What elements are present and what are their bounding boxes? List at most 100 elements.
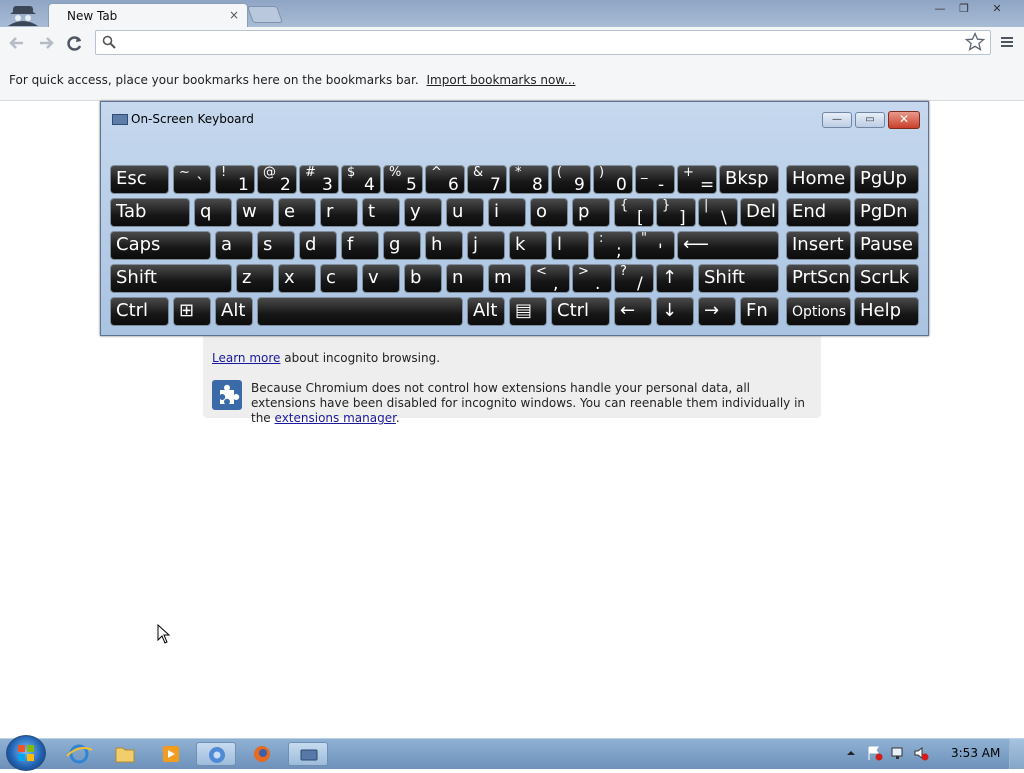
- osk-key-t-r1c5[interactable]: t: [362, 198, 400, 227]
- osk-key-w-r1c2[interactable]: w: [236, 198, 274, 227]
- osk-key-insert-r2c13[interactable]: Insert: [786, 231, 851, 260]
- osk-key-s-r2c2[interactable]: s: [257, 231, 295, 260]
- osk-close-button[interactable]: ✕: [888, 111, 920, 129]
- taskbar-clock[interactable]: 3:53 AM: [951, 746, 1000, 760]
- osk-key-pgup-r0c16[interactable]: PgUp: [854, 165, 919, 194]
- osk-key-key-5-r0c6[interactable]: % 5: [383, 165, 423, 195]
- osk-key-key-9-r0c10[interactable]: (9: [551, 165, 591, 195]
- osk-key-key-4-r0c5[interactable]: $4: [341, 165, 381, 195]
- osk-key-scrlk-r3c14[interactable]: ScrLk: [854, 264, 919, 293]
- learn-more-link[interactable]: Learn more: [212, 351, 280, 365]
- osk-key-j-r2c7[interactable]: j: [467, 231, 505, 260]
- flag-icon[interactable]: [867, 745, 883, 764]
- window-close-button[interactable]: ✕: [985, 2, 1009, 18]
- osk-key-key-6-r0c7[interactable]: ^ 6: [425, 165, 465, 195]
- osk-key-sym-r4c9[interactable]: →: [698, 297, 736, 326]
- show-hidden-icon[interactable]: [846, 747, 856, 761]
- osk-key-a-r2c1[interactable]: a: [215, 231, 253, 260]
- osk-key-x-r3c2[interactable]: x: [278, 264, 316, 293]
- osk-key-m-r3c7[interactable]: m: [488, 264, 526, 293]
- osk-key-pgdn-r1c16[interactable]: PgDn: [854, 198, 919, 227]
- osk-key-alt-r4c2[interactable]: Alt: [215, 297, 253, 326]
- internet-explorer-icon[interactable]: [59, 742, 99, 766]
- osk-key-ctrl-r4c0[interactable]: Ctrl: [110, 297, 169, 326]
- osk-key-help-r4c12[interactable]: Help: [854, 297, 919, 326]
- osk-key-key-sym-r0c12[interactable]: _ -: [635, 165, 675, 195]
- folder-icon[interactable]: [105, 742, 145, 766]
- osk-key-sym-r4c1[interactable]: ⊞: [173, 297, 211, 326]
- osk-key-sym-r4c8[interactable]: ↓: [656, 297, 694, 326]
- osk-key-shift-r3c12[interactable]: Shift: [698, 264, 779, 293]
- osk-key-r-r1c4[interactable]: r: [320, 198, 358, 227]
- osk-key-key-sym-r2c11[interactable]: " ': [635, 231, 675, 261]
- osk-key-caps-r2c0[interactable]: Caps: [110, 231, 211, 260]
- import-bookmarks-link[interactable]: Import bookmarks now...: [427, 73, 576, 87]
- osk-key-y-r1c6[interactable]: y: [404, 198, 442, 227]
- wrench-menu-icon[interactable]: [999, 34, 1015, 53]
- osk-key-esc-r0c0[interactable]: Esc: [110, 165, 169, 194]
- osk-key-f-r2c4[interactable]: f: [341, 231, 379, 260]
- osk-key-prtscn-r3c13[interactable]: PrtScn: [786, 264, 851, 293]
- osk-key-u-r1c7[interactable]: u: [446, 198, 484, 227]
- osk-key-end-r1c15[interactable]: End: [786, 198, 851, 227]
- osk-key-home-r0c15[interactable]: Home: [786, 165, 851, 194]
- omnibox[interactable]: [95, 30, 991, 55]
- chromium-icon[interactable]: [196, 742, 236, 766]
- tab-close-icon[interactable]: ×: [229, 8, 239, 22]
- new-tab-button[interactable]: [246, 6, 284, 23]
- show-desktop-button[interactable]: [1009, 739, 1024, 769]
- osk-key-alt-r4c4[interactable]: Alt: [467, 297, 505, 326]
- osk-key-del-r1c14[interactable]: Del: [740, 198, 779, 227]
- osk-key-i-r1c8[interactable]: i: [488, 198, 526, 227]
- osk-key-key-sym-r1c11[interactable]: {[: [614, 198, 654, 228]
- firefox-icon[interactable]: [242, 742, 282, 766]
- osk-key-b-r3c5[interactable]: b: [404, 264, 442, 293]
- osk-key-v-r3c4[interactable]: v: [362, 264, 400, 293]
- osk-key-g-r2c5[interactable]: g: [383, 231, 421, 260]
- osk-key-key-7-r0c8[interactable]: & 7: [467, 165, 507, 195]
- osk-minimize-button[interactable]: —: [822, 112, 852, 128]
- osk-key-k-r2c8[interactable]: k: [509, 231, 547, 260]
- osk-key-tab-r1c0[interactable]: Tab: [110, 198, 190, 227]
- osk-key-key-3-r0c4[interactable]: #3: [299, 165, 339, 195]
- osk-key-space-r4c3[interactable]: [257, 297, 463, 326]
- network-icon[interactable]: [890, 745, 906, 764]
- osk-key-z-r3c1[interactable]: z: [236, 264, 274, 293]
- osk-key-key-sym-r3c10[interactable]: ? /: [614, 264, 654, 294]
- window-minimize-button[interactable]: —: [928, 2, 952, 18]
- osk-key-d-r2c3[interactable]: d: [299, 231, 337, 260]
- osk-key-key-2-r0c3[interactable]: @2: [257, 165, 297, 195]
- volume-icon[interactable]: [913, 745, 929, 764]
- osk-key-q-r1c1[interactable]: q: [194, 198, 232, 227]
- osk-key-sym-r3c11[interactable]: ↑: [656, 264, 694, 293]
- osk-key-l-r2c9[interactable]: l: [551, 231, 589, 260]
- extensions-manager-link[interactable]: extensions manager: [275, 411, 396, 425]
- media-player-icon[interactable]: [151, 742, 191, 766]
- osk-key-n-r3c6[interactable]: n: [446, 264, 484, 293]
- osk-key-key-sym-r3c9[interactable]: >.: [572, 264, 612, 294]
- osk-key-key-sym-r3c8[interactable]: <,: [530, 264, 570, 294]
- reload-icon[interactable]: [64, 33, 86, 53]
- osk-key-key-sym-r0c13[interactable]: + =: [677, 165, 717, 195]
- osk-key-sym-r2c12[interactable]: ⟵: [677, 231, 779, 260]
- osk-key-p-r1c10[interactable]: p: [572, 198, 610, 227]
- tab-new-tab[interactable]: New Tab ×: [48, 3, 248, 28]
- osk-key-key-sym-r1c13[interactable]: | \: [698, 198, 738, 228]
- osk-key-o-r1c9[interactable]: o: [530, 198, 568, 227]
- osk-key-key-1-r0c2[interactable]: ! 1: [215, 165, 255, 195]
- osk-key-key-8-r0c9[interactable]: * 8: [509, 165, 549, 195]
- back-arrow-icon[interactable]: [6, 33, 28, 53]
- osk-key-options-r4c11[interactable]: Options: [786, 297, 851, 326]
- osk-key-sym-r4c5[interactable]: ▤: [509, 297, 547, 326]
- keyboard-taskbar-icon[interactable]: [288, 742, 328, 766]
- star-icon[interactable]: [964, 31, 986, 55]
- osk-key-key-sym-r0c1[interactable]: ~ `: [173, 165, 211, 195]
- osk-key-bksp-r0c14[interactable]: Bksp: [719, 165, 779, 194]
- osk-key-h-r2c6[interactable]: h: [425, 231, 463, 260]
- forward-arrow-icon[interactable]: [35, 33, 57, 53]
- osk-key-fn-r4c10[interactable]: Fn: [740, 297, 779, 326]
- osk-key-sym-r4c7[interactable]: ←: [614, 297, 652, 326]
- window-restore-button[interactable]: ❐: [952, 2, 976, 18]
- windows-orb-icon[interactable]: [6, 735, 46, 771]
- osk-key-key-sym-r1c12[interactable]: }]: [656, 198, 696, 228]
